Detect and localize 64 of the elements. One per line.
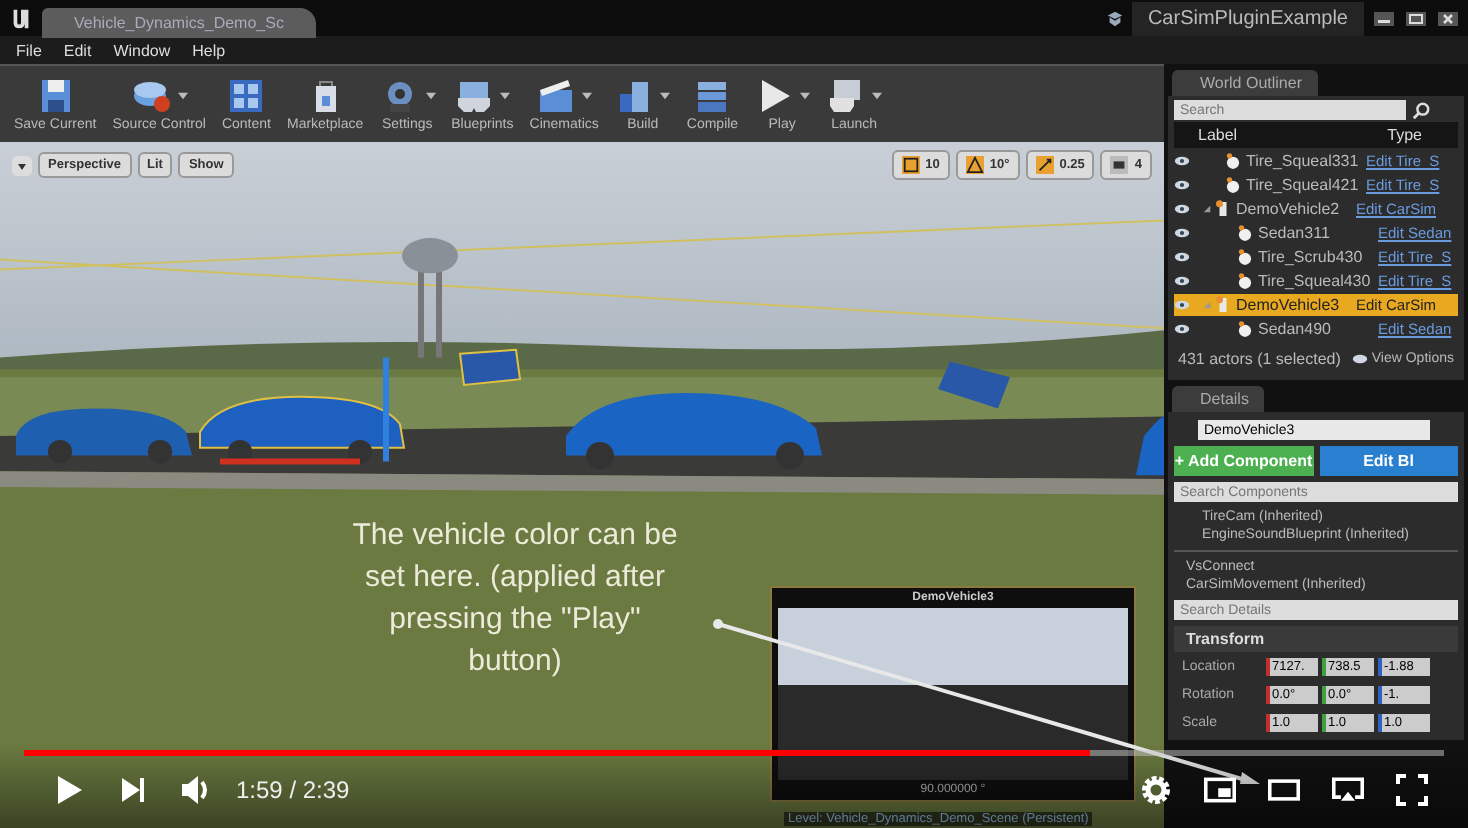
column-header[interactable]: Type bbox=[1387, 126, 1422, 144]
actor-icon bbox=[1216, 296, 1230, 314]
flipped-car-drawing bbox=[458, 348, 522, 387]
menu-item[interactable]: File bbox=[16, 41, 42, 59]
eye-icon[interactable] bbox=[1174, 324, 1190, 334]
eye-icon[interactable] bbox=[1174, 204, 1190, 214]
eye-icon[interactable] bbox=[1174, 252, 1190, 262]
miniplayer-icon[interactable] bbox=[1204, 774, 1236, 806]
gamepad-icon bbox=[454, 77, 495, 113]
actor-label: Tire_Squeal421 bbox=[1246, 176, 1361, 194]
actor-label: Sedan490 bbox=[1258, 320, 1333, 338]
theater-mode-icon[interactable] bbox=[1268, 774, 1300, 806]
details-tab[interactable]: Details bbox=[1172, 386, 1265, 412]
actor-label: Tire_Squeal430 bbox=[1258, 272, 1373, 290]
flipped-car-drawing bbox=[938, 361, 1010, 409]
play-icon[interactable] bbox=[52, 774, 84, 806]
actor-icon bbox=[1216, 200, 1230, 218]
skip-next-icon[interactable] bbox=[116, 774, 148, 806]
menu-item[interactable]: Edit bbox=[63, 41, 92, 59]
sphere-icon bbox=[1238, 248, 1252, 266]
grid-icon bbox=[226, 77, 267, 113]
menu-item[interactable]: Help bbox=[192, 41, 226, 59]
sphere-icon bbox=[1238, 224, 1252, 242]
outliner-tab[interactable]: World Outliner bbox=[1172, 70, 1318, 96]
fullscreen-icon[interactable] bbox=[1396, 774, 1428, 806]
project-icon bbox=[1105, 9, 1124, 27]
settings-icon[interactable] bbox=[1140, 774, 1172, 806]
car-drawing bbox=[1136, 416, 1164, 476]
sphere-icon bbox=[1226, 152, 1240, 170]
eye-icon[interactable] bbox=[1174, 156, 1190, 166]
eye-icon bbox=[1351, 354, 1368, 364]
eye-icon[interactable] bbox=[1174, 180, 1190, 190]
menu-item[interactable]: Window bbox=[113, 41, 171, 59]
edit-blueprint-button[interactable]: Edit Bl bbox=[1319, 446, 1458, 476]
search-icon[interactable] bbox=[1412, 101, 1430, 119]
caption-text: The vehicle color can be set here. (applied after pressing the "Play" button) bbox=[350, 516, 680, 682]
clapperboard-icon bbox=[536, 77, 577, 113]
time-display: 1:59 / 2:39 bbox=[236, 776, 350, 804]
section-header[interactable]: Transform bbox=[1174, 626, 1458, 652]
car-drawing[interactable] bbox=[199, 395, 405, 464]
expand-arrow-icon[interactable] bbox=[1202, 204, 1212, 214]
database-icon bbox=[131, 77, 172, 113]
sphere-icon bbox=[1238, 272, 1252, 290]
actor-label: DemoVehicle2 bbox=[1236, 200, 1342, 218]
minimize-icon[interactable] bbox=[1372, 9, 1396, 27]
actor-label: DemoVehicle3 bbox=[1236, 296, 1342, 314]
sphere-icon bbox=[1226, 176, 1240, 194]
column-header[interactable]: Label bbox=[1198, 126, 1238, 144]
actor-count: 431 actors (1 selected) bbox=[1178, 350, 1341, 368]
eye-icon[interactable] bbox=[1174, 300, 1190, 310]
eye-icon[interactable] bbox=[1174, 228, 1190, 238]
cast-icon[interactable] bbox=[1332, 774, 1364, 806]
actor-label: Tire_Scrub430 bbox=[1258, 248, 1365, 266]
move-gizmo-drawing[interactable] bbox=[220, 357, 389, 465]
sphere-icon bbox=[1238, 320, 1252, 338]
actor-label: Tire_Squeal331 bbox=[1246, 152, 1361, 170]
eye-icon[interactable] bbox=[1174, 276, 1190, 286]
water-tower-drawing bbox=[402, 238, 458, 358]
actor-label: Sedan311 bbox=[1258, 224, 1332, 242]
logo-icon bbox=[8, 5, 34, 31]
volume-icon[interactable] bbox=[180, 774, 212, 806]
project-name: CarSimPluginExample bbox=[1131, 1, 1364, 35]
close-icon[interactable] bbox=[1436, 9, 1460, 27]
maximize-icon[interactable] bbox=[1404, 9, 1428, 27]
